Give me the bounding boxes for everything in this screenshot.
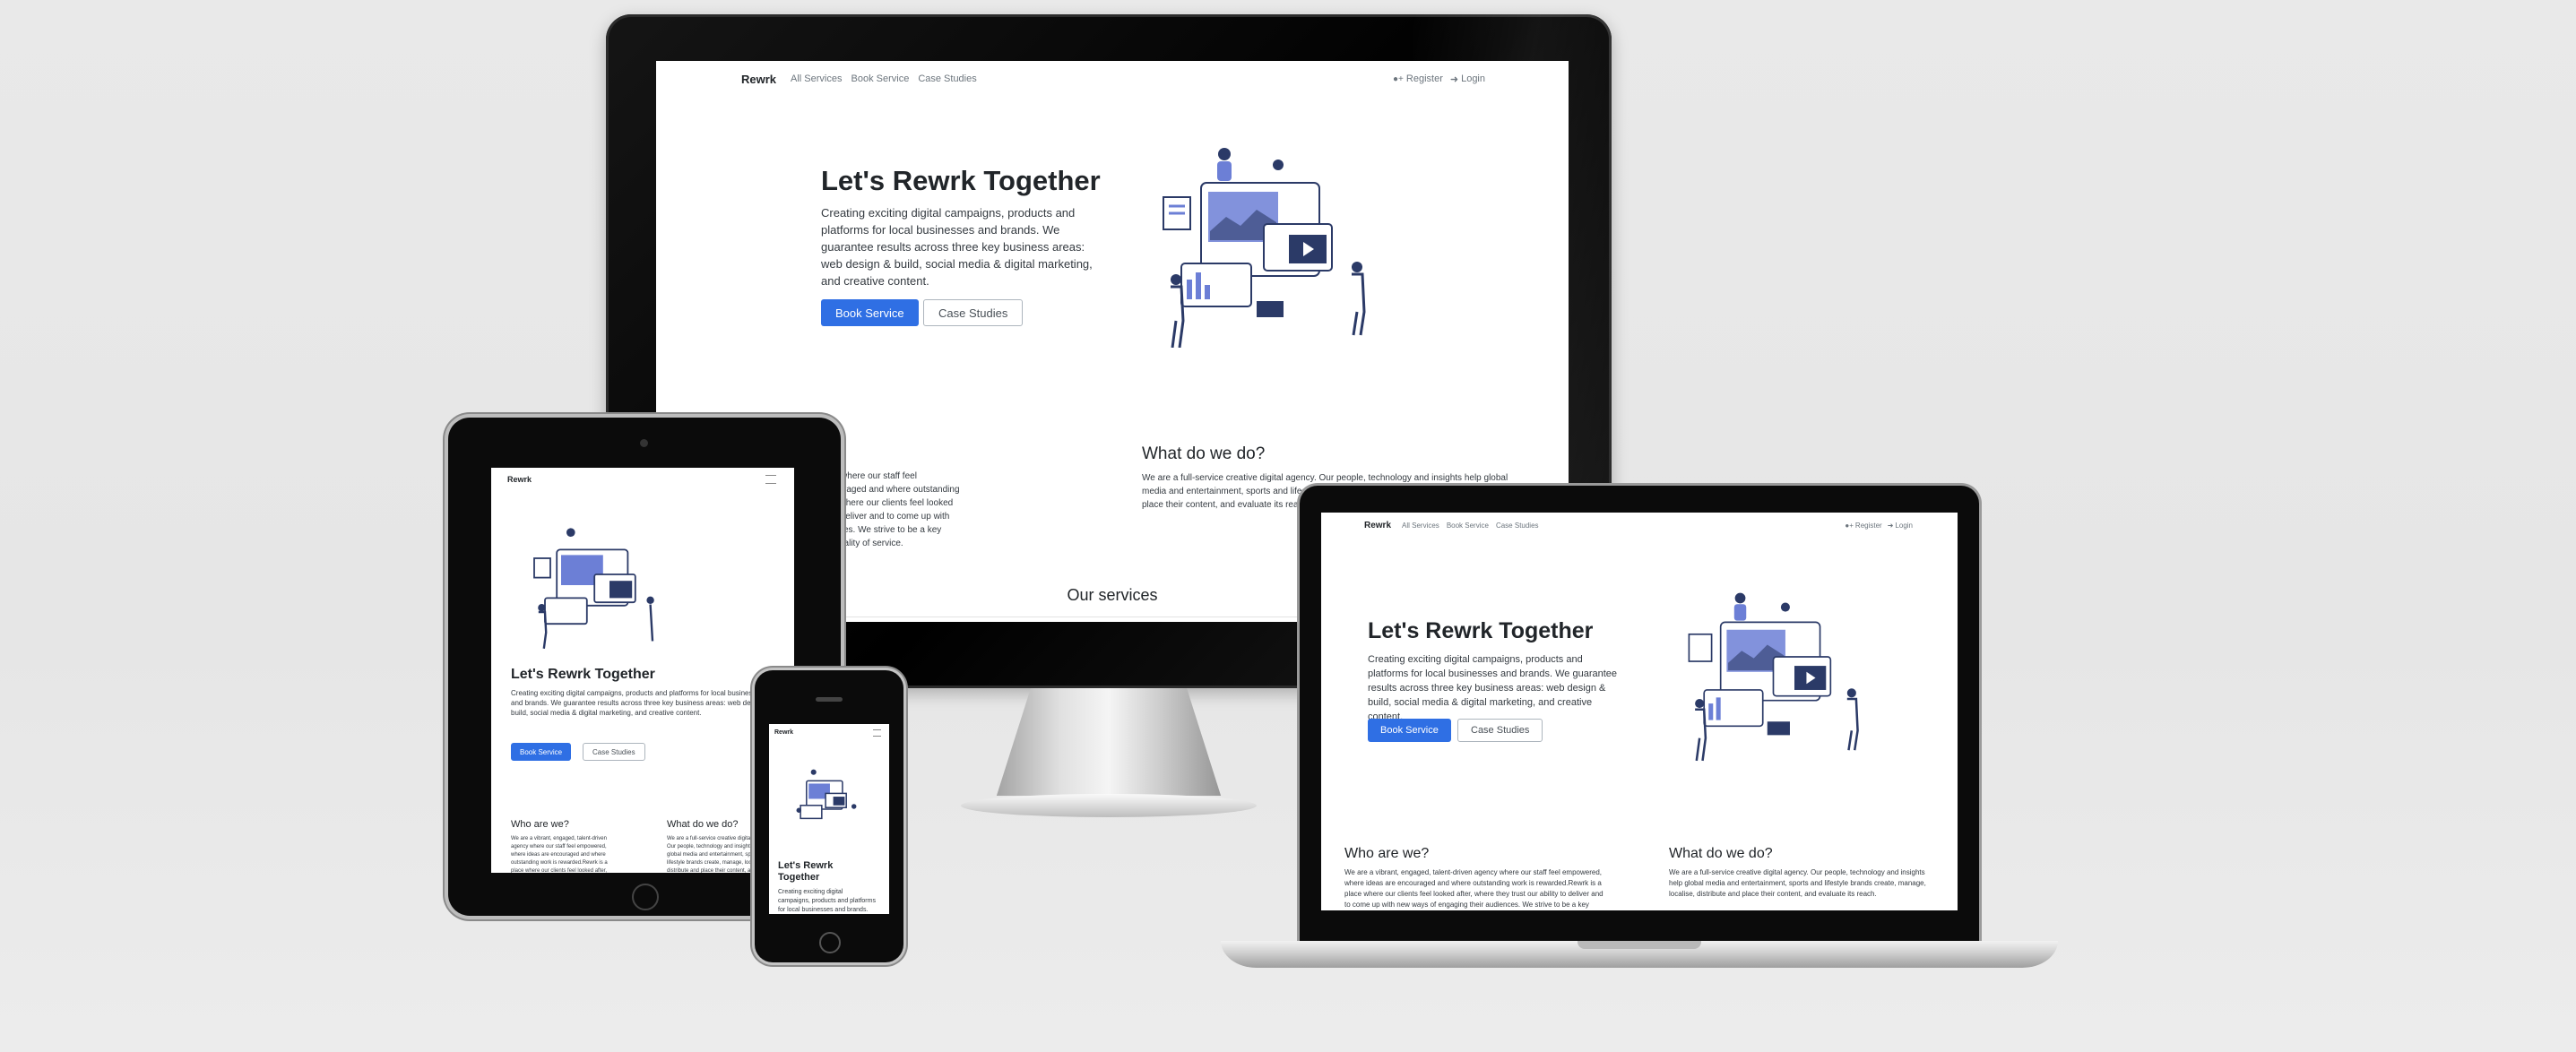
laptop-login-icon: ➜ bbox=[1887, 521, 1894, 530]
tablet-what-title: What do we do? bbox=[667, 819, 739, 830]
laptop-nav-book-service[interactable]: Book Service bbox=[1447, 522, 1489, 530]
nav-login[interactable]: Login bbox=[1461, 73, 1485, 84]
tablet-hero-text: Creating exciting digital campaigns, pro… bbox=[511, 689, 771, 717]
laptop: Rewrk All Services Book Service Case Stu… bbox=[1300, 486, 1979, 944]
laptop-navbar: Rewrk All Services Book Service Case Stu… bbox=[1364, 518, 1913, 532]
hero-text: Creating exciting digital campaigns, pro… bbox=[821, 206, 1093, 288]
phone-nav-brand[interactable]: Rewrk bbox=[774, 729, 793, 736]
laptop-what-title: What do we do? bbox=[1669, 846, 1773, 861]
tablet-hero-illustration bbox=[533, 528, 654, 649]
tablet-who-text: We are a vibrant, engaged, talent-driven… bbox=[511, 836, 608, 873]
phone-hero-text: Creating exciting digital campaigns, pro… bbox=[778, 889, 876, 913]
laptop-nav-brand[interactable]: Rewrk bbox=[1364, 521, 1391, 530]
hamburger-menu-icon[interactable] bbox=[765, 475, 776, 484]
hero-illustration bbox=[1163, 148, 1366, 348]
laptop-who-title: Who are we? bbox=[1344, 846, 1430, 861]
laptop-who-text: We are a vibrant, engaged, talent-driven… bbox=[1344, 868, 1604, 909]
phone-hero-illustration bbox=[796, 769, 857, 820]
tablet-who-title: Who are we? bbox=[511, 819, 569, 830]
laptop-nav-login[interactable]: Login bbox=[1895, 522, 1913, 530]
laptop-hero-title: Let's Rewrk Together bbox=[1368, 618, 1594, 643]
laptop-screen: Rewrk All Services Book Service Case Stu… bbox=[1321, 513, 1958, 910]
phone-hero-title: Let's Rewrk Together bbox=[778, 860, 834, 883]
laptop-what-text: We are a full-service creative digital a… bbox=[1669, 868, 1926, 898]
laptop-hero-text: Creating exciting digital campaigns, pro… bbox=[1368, 654, 1618, 722]
tablet-case-studies-button[interactable]: Case Studies bbox=[583, 743, 645, 761]
monitor-stand bbox=[996, 688, 1222, 796]
nav-link-book-service[interactable]: Book Service bbox=[851, 73, 910, 84]
laptop-nav-case-studies[interactable]: Case Studies bbox=[1496, 522, 1539, 530]
hero-case-studies-button[interactable]: Case Studies bbox=[923, 299, 1024, 326]
tablet-hero-title: Let's Rewrk Together bbox=[511, 667, 655, 682]
login-icon: ➜ bbox=[1449, 73, 1459, 85]
tablet-screen: Rewrk Let's Rewrk Together Creating exci… bbox=[491, 468, 794, 873]
laptop-case-studies-button[interactable]: Case Studies bbox=[1457, 719, 1543, 742]
hero-book-service-button[interactable]: Book Service bbox=[821, 299, 919, 326]
laptop-nav-all-services[interactable]: All Services bbox=[1402, 522, 1439, 530]
navbar: Rewrk All Services Book Service Case Stu… bbox=[741, 70, 1485, 88]
nav-register[interactable]: Register bbox=[1406, 73, 1443, 84]
laptop-hero-illustration bbox=[1688, 592, 1859, 762]
phone: Rewrk Let's Rewrk Together Creating exci… bbox=[755, 670, 903, 962]
nav-link-case-studies[interactable]: Case Studies bbox=[918, 73, 976, 84]
laptop-book-service-button[interactable]: Book Service bbox=[1368, 719, 1451, 742]
register-user-icon: ●+ bbox=[1393, 73, 1404, 84]
laptop-register-user-icon: ●+ bbox=[1845, 521, 1854, 530]
what-title: What do we do? bbox=[1142, 444, 1266, 463]
laptop-nav-register[interactable]: Register bbox=[1855, 522, 1882, 530]
tablet-book-service-button[interactable]: Book Service bbox=[511, 743, 572, 761]
hero-title: Let's Rewrk Together bbox=[821, 165, 1101, 196]
tablet-nav-brand[interactable]: Rewrk bbox=[507, 475, 532, 484]
phone-screen: Rewrk Let's Rewrk Together Creating exci… bbox=[769, 724, 889, 914]
nav-link-all-services[interactable]: All Services bbox=[791, 73, 842, 84]
phone-hamburger-menu-icon[interactable] bbox=[873, 729, 881, 737]
nav-brand[interactable]: Rewrk bbox=[741, 73, 776, 86]
